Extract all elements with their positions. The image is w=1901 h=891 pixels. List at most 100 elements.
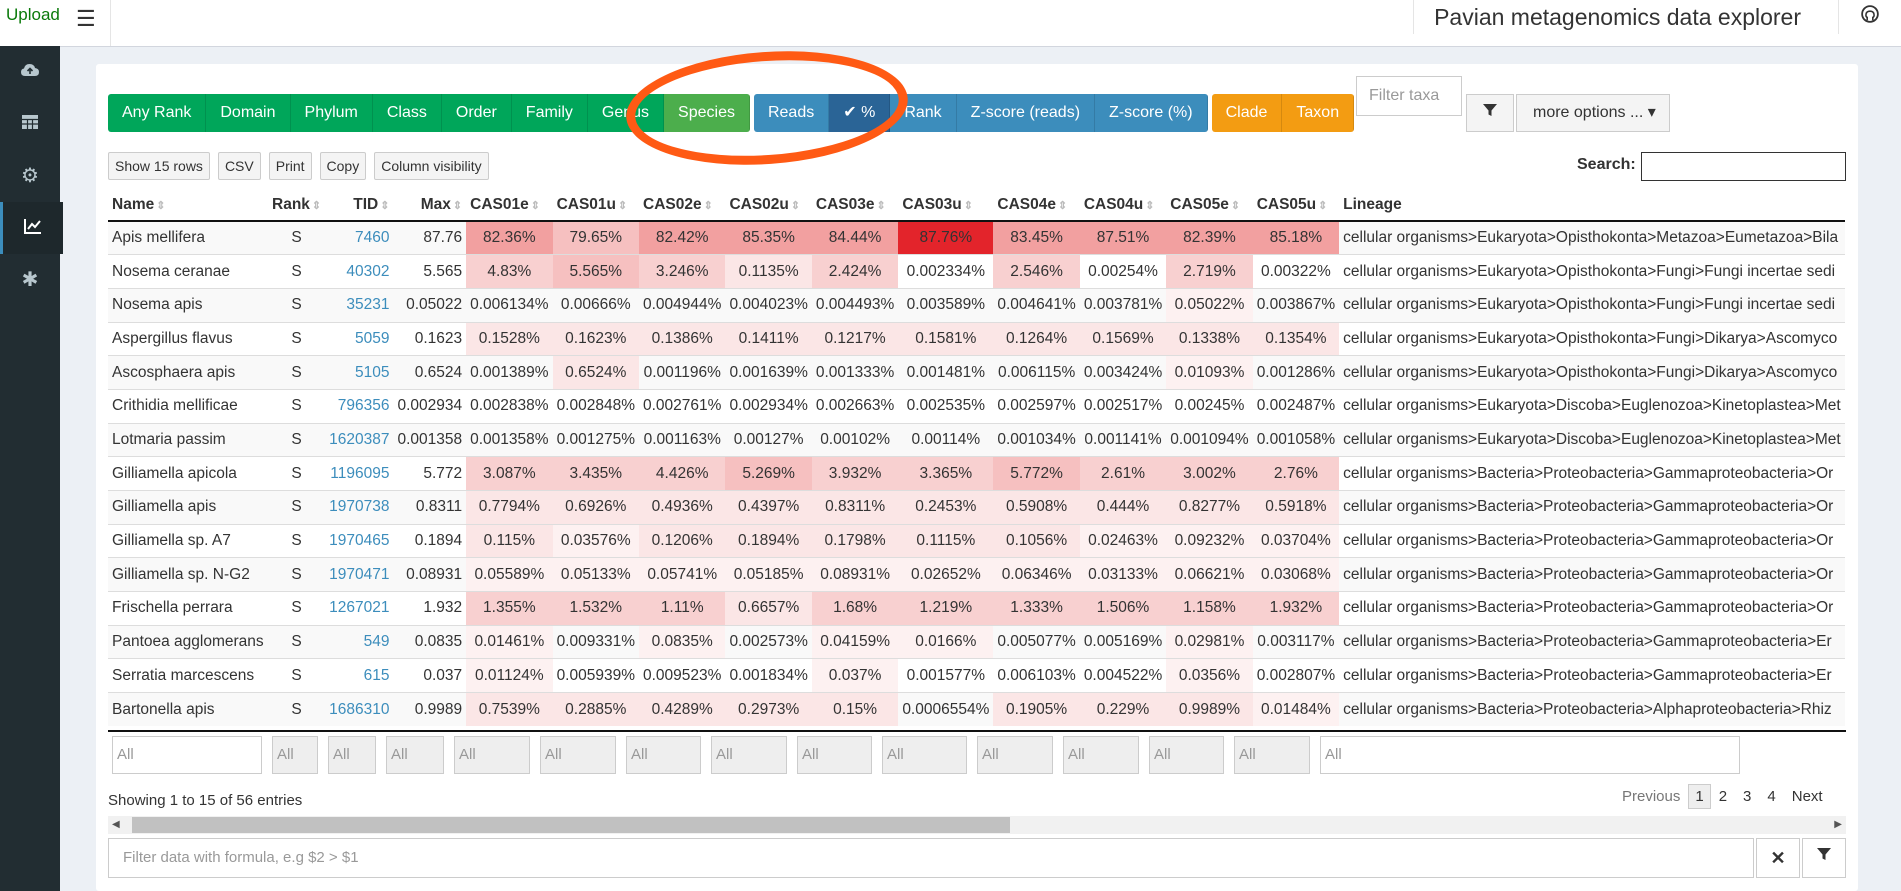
column-header-cas05u[interactable]: CAS05u ⇕ [1252,189,1340,222]
filter-icon[interactable] [1466,94,1514,132]
column-filter-cas04u[interactable]: All [1063,736,1139,774]
taxon-button[interactable]: Taxon [1282,94,1355,132]
column-filter-rank[interactable]: All [272,736,318,774]
taxid-link[interactable]: 1970471 [325,557,394,592]
horizontal-scrollbar[interactable]: ◀ ▶ [108,816,1846,834]
column-header-cas03u[interactable]: CAS03u ⇕ [898,189,994,222]
sort-icon[interactable]: ⇕ [876,200,885,212]
column-filter-cas05u[interactable]: All [1234,736,1310,774]
filter-taxa-input[interactable]: Filter taxa [1356,76,1462,116]
clade-button[interactable]: Clade [1211,94,1283,132]
value-button-rank[interactable]: Rank [890,94,957,132]
column-filter-tid[interactable]: All [328,736,376,774]
page-button-1[interactable]: 1 [1688,784,1711,809]
upload-link[interactable]: Upload [0,0,66,30]
value-button-zscore-percent[interactable]: Z-score (%) [1095,94,1208,132]
taxid-link[interactable]: 1970738 [325,490,394,525]
rank-button-any-rank[interactable]: Any Rank [108,94,207,132]
taxid-link[interactable]: 1267021 [325,591,394,626]
rank-button-order[interactable]: Order [441,94,512,132]
sort-icon[interactable]: ⇕ [964,200,973,212]
pagination-next[interactable]: Next [1784,784,1831,809]
more-options-dropdown[interactable]: more options ... ▾ [1516,94,1670,132]
column-filter-cas05e[interactable]: All [1149,736,1224,774]
formula-filter-input[interactable]: Filter data with formula, e.g $2 > $1 [108,838,1754,878]
sort-icon[interactable]: ⇕ [1058,200,1067,212]
value-button-zscore-reads[interactable]: Z-score (reads) [956,94,1096,132]
page-button-2[interactable]: 2 [1711,784,1735,809]
gear-icon[interactable]: ⚙ [0,150,60,202]
column-header-name[interactable]: Name ⇕ [108,189,268,222]
taxid-link[interactable]: 5059 [325,321,394,356]
column-filter-name[interactable]: All [112,736,262,774]
table-icon[interactable] [0,98,60,150]
sort-icon[interactable]: ⇕ [1145,200,1154,212]
column-header-cas04e[interactable]: CAS04e ⇕ [993,189,1080,222]
rank-button-genus[interactable]: Genus [587,94,665,132]
rank-button-species[interactable]: Species [664,94,750,132]
sort-icon[interactable]: ⇕ [791,200,800,212]
column-filter-cas01e[interactable]: All [454,736,530,774]
column-filter-max[interactable]: All [386,736,444,774]
search-input[interactable] [1641,152,1846,181]
github-icon[interactable] [1838,0,1901,34]
column-filter-cas01u[interactable]: All [540,736,616,774]
sort-icon[interactable]: ⇕ [1231,200,1240,212]
value-button-reads[interactable]: Reads [753,94,830,132]
apply-formula-filter-icon[interactable] [1802,838,1846,878]
scroll-right-arrow-icon[interactable]: ▶ [1834,816,1842,834]
print-button[interactable]: Print [268,152,312,180]
column-header-cas01e[interactable]: CAS01e ⇕ [466,189,553,222]
taxid-link[interactable]: 1620387 [325,422,394,457]
hamburger-menu-icon[interactable]: ☰ [76,6,96,32]
taxid-link[interactable]: 7460 [325,220,394,255]
column-header-cas05e[interactable]: CAS05e ⇕ [1166,189,1253,222]
page-button-3[interactable]: 3 [1735,784,1759,809]
asterisk-icon[interactable]: ✱ [0,254,60,306]
copy-button[interactable]: Copy [319,152,367,180]
line-chart-icon[interactable] [0,202,63,254]
taxid-link[interactable]: 1970465 [325,523,394,558]
page-button-4[interactable]: 4 [1759,784,1783,809]
upload-cloud-icon[interactable] [0,46,60,98]
pagination-previous[interactable]: Previous [1614,784,1688,809]
column-filter-cas02e[interactable]: All [626,736,701,774]
taxid-link[interactable]: 615 [325,658,394,693]
sort-icon[interactable]: ⇕ [453,200,462,212]
scroll-left-arrow-icon[interactable]: ◀ [112,816,120,834]
taxid-link[interactable]: 1686310 [325,692,394,727]
rank-button-phylum[interactable]: Phylum [290,94,373,132]
rank-button-class[interactable]: Class [372,94,442,132]
column-header-rank[interactable]: Rank ⇕ [268,189,326,222]
column-header-max[interactable]: Max ⇕ [393,189,467,222]
sort-icon[interactable]: ⇕ [380,200,389,212]
column-header-cas04u[interactable]: CAS04u ⇕ [1079,189,1167,222]
rank-button-family[interactable]: Family [511,94,588,132]
taxid-link[interactable]: 35231 [325,287,394,323]
taxid-link[interactable]: 1196095 [325,456,394,491]
column-header-tid[interactable]: TID ⇕ [325,189,394,222]
column-filter-cas03e[interactable]: All [797,736,872,774]
taxid-link[interactable]: 40302 [325,254,394,289]
column-filter-cas03u[interactable]: All [882,736,967,774]
clear-formula-icon[interactable]: ✕ [1756,838,1800,878]
taxid-link[interactable]: 5105 [325,355,394,390]
column-filter-cas02u[interactable]: All [711,736,787,774]
column-filter-lineage[interactable]: All [1320,736,1740,774]
column-header-cas02u[interactable]: CAS02u ⇕ [725,189,812,222]
taxid-link[interactable]: 796356 [325,388,394,424]
csv-button[interactable]: CSV [217,152,261,180]
column-header-cas01u[interactable]: CAS01u ⇕ [552,189,639,222]
column-header-lineage[interactable]: Lineage [1339,189,1845,222]
sort-icon[interactable]: ⇕ [618,200,627,212]
taxid-link[interactable]: 549 [325,624,394,659]
value-button-percent[interactable]: ✔ % [829,94,891,132]
column-filter-cas04e[interactable]: All [977,736,1053,774]
sort-icon[interactable]: ⇕ [1318,200,1327,212]
column-header-cas02e[interactable]: CAS02e ⇕ [639,189,726,222]
sort-icon[interactable]: ⇕ [156,200,165,212]
sort-icon[interactable]: ⇕ [531,200,540,212]
show-rows-button[interactable]: Show 15 rows [108,152,210,180]
scrollbar-thumb[interactable] [132,817,1010,833]
column-visibility-button[interactable]: Column visibility [374,152,489,180]
